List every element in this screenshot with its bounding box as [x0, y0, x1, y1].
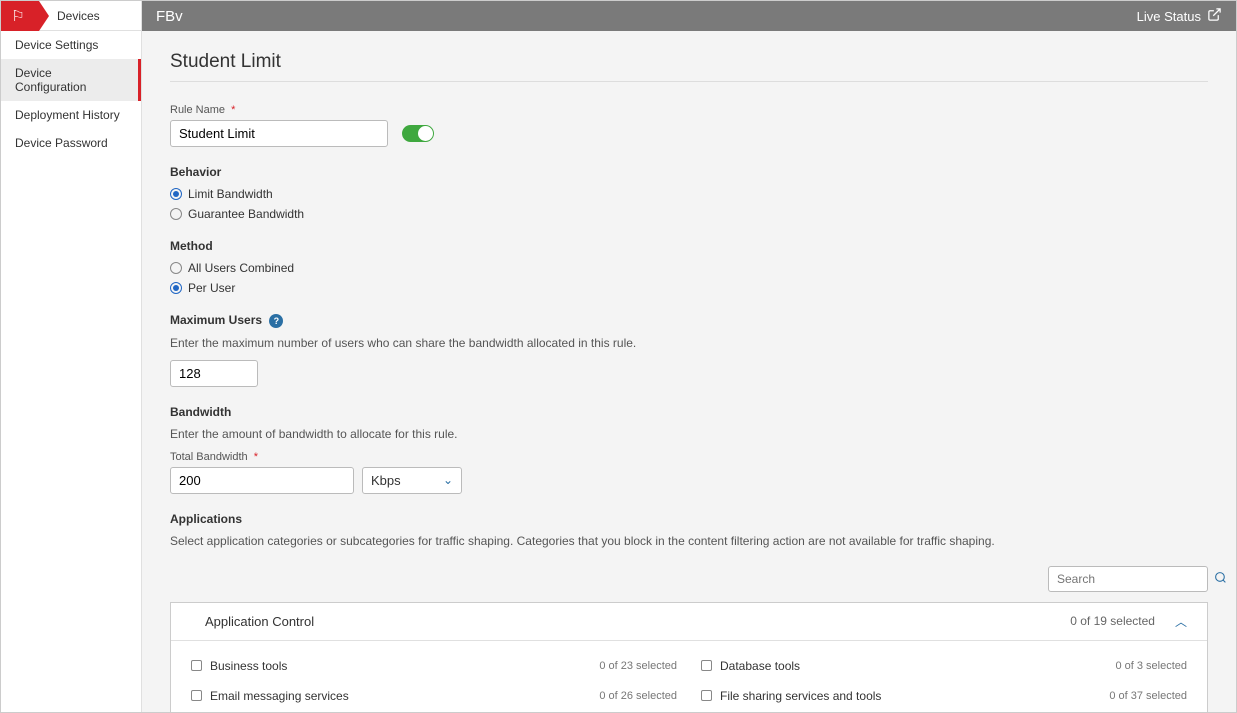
max-users-hint: Enter the maximum number of users who ca… [170, 336, 1208, 350]
sidebar-item-device-settings[interactable]: Device Settings [1, 31, 141, 59]
breadcrumb[interactable]: Devices [57, 9, 100, 23]
application-control-title: Application Control [205, 614, 314, 629]
application-control-header[interactable]: Application Control 0 of 19 selected ︿ [171, 603, 1207, 641]
category-email-messaging[interactable]: Email messaging services 0 of 26 selecte… [191, 689, 677, 703]
search-icon[interactable] [1214, 571, 1227, 587]
max-users-heading: Maximum Users ? [170, 313, 1208, 328]
category-file-sharing[interactable]: File sharing services and tools 0 of 37 … [701, 689, 1187, 703]
total-bandwidth-label: Total Bandwidth * [170, 451, 354, 463]
enable-toggle[interactable] [402, 125, 434, 142]
checkbox-icon[interactable] [191, 660, 202, 671]
category-business-tools[interactable]: Business tools 0 of 23 selected [191, 659, 677, 673]
total-bandwidth-input[interactable] [170, 467, 354, 494]
sidebar-item-device-configuration[interactable]: Device Configuration [1, 59, 141, 101]
chevron-up-icon: ︿ [1175, 613, 1187, 630]
category-count: 0 of 23 selected [599, 660, 677, 672]
sidebar: ⚐ Devices Device Settings Device Configu… [1, 1, 142, 712]
category-count: 0 of 3 selected [1115, 660, 1187, 672]
search-input[interactable] [1055, 567, 1214, 591]
live-status-button[interactable]: Live Status [1137, 7, 1222, 25]
sidebar-header: ⚐ Devices [1, 1, 141, 31]
applications-heading: Applications [170, 512, 1208, 526]
method-all-radio[interactable]: All Users Combined [170, 261, 1208, 275]
checkbox-icon[interactable] [701, 690, 712, 701]
page-title: Student Limit [170, 51, 1208, 82]
bandwidth-unit-select[interactable]: Kbps ⌄ [362, 467, 462, 494]
application-control-panel: Application Control 0 of 19 selected ︿ B… [170, 602, 1208, 712]
open-external-icon [1207, 7, 1222, 25]
bandwidth-heading: Bandwidth [170, 405, 1208, 419]
application-control-count: 0 of 19 selected [1070, 614, 1155, 628]
chevron-down-icon: ⌄ [443, 473, 453, 487]
category-label: Email messaging services [210, 689, 349, 703]
radio-checked-icon [170, 282, 182, 294]
radio-unchecked-icon [170, 208, 182, 220]
search-box[interactable] [1048, 566, 1208, 592]
live-status-label: Live Status [1137, 9, 1201, 24]
checkbox-icon[interactable] [701, 660, 712, 671]
behavior-limit-radio[interactable]: Limit Bandwidth [170, 187, 1208, 201]
behavior-guarantee-label: Guarantee Bandwidth [188, 207, 304, 221]
category-label: Business tools [210, 659, 287, 673]
behavior-heading: Behavior [170, 165, 1208, 179]
sidebar-item-device-password[interactable]: Device Password [1, 129, 141, 157]
category-label: File sharing services and tools [720, 689, 881, 703]
checkbox-icon[interactable] [191, 690, 202, 701]
radio-unchecked-icon [170, 262, 182, 274]
rule-name-input[interactable] [170, 120, 388, 147]
category-count: 0 of 26 selected [599, 690, 677, 702]
category-database-tools[interactable]: Database tools 0 of 3 selected [701, 659, 1187, 673]
rule-name-label: Rule Name * [170, 104, 1208, 116]
max-users-input[interactable] [170, 360, 258, 387]
topbar: FBv Live Status [142, 1, 1236, 31]
help-icon[interactable]: ? [269, 314, 283, 328]
method-per-user-radio[interactable]: Per User [170, 281, 1208, 295]
method-per-user-label: Per User [188, 281, 235, 295]
method-all-label: All Users Combined [188, 261, 294, 275]
radio-checked-icon [170, 188, 182, 200]
behavior-limit-label: Limit Bandwidth [188, 187, 273, 201]
applications-hint: Select application categories or subcate… [170, 534, 1208, 548]
page-context-title: FBv [156, 8, 183, 25]
method-heading: Method [170, 239, 1208, 253]
flame-icon[interactable]: ⚐ [1, 1, 39, 31]
bandwidth-unit-value: Kbps [371, 473, 401, 488]
behavior-guarantee-radio[interactable]: Guarantee Bandwidth [170, 207, 1208, 221]
sidebar-item-deployment-history[interactable]: Deployment History [1, 101, 141, 129]
category-count: 0 of 37 selected [1109, 690, 1187, 702]
bandwidth-hint: Enter the amount of bandwidth to allocat… [170, 427, 1208, 441]
content-area: Student Limit Rule Name * Behavior Limit… [142, 31, 1236, 712]
category-label: Database tools [720, 659, 800, 673]
main: FBv Live Status Student Limit Rule Name … [142, 1, 1236, 712]
